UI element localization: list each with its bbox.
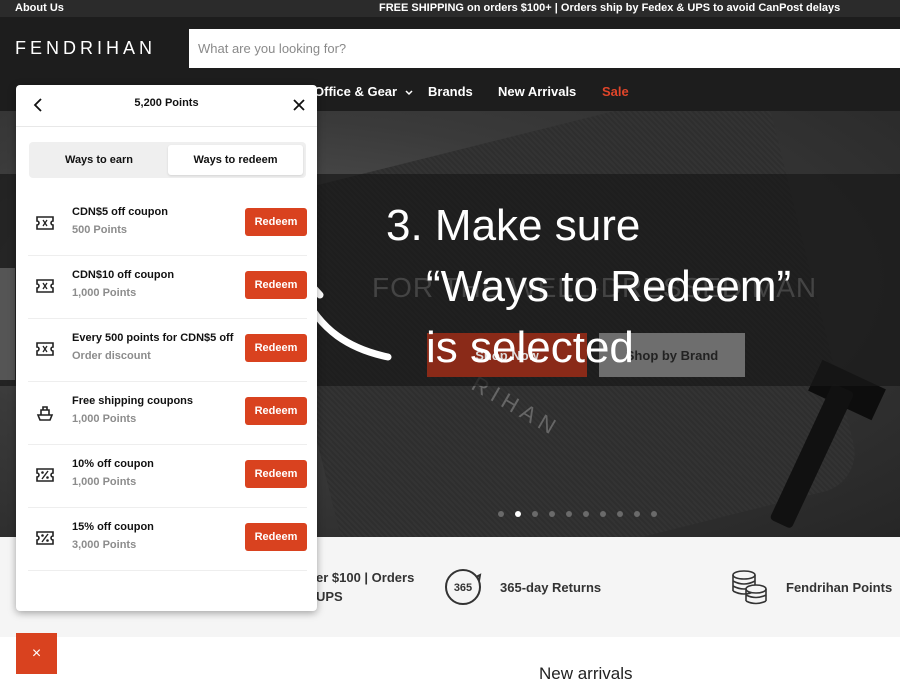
coupon-icon [36, 279, 54, 293]
nav-item-sale[interactable]: Sale [602, 84, 629, 99]
reward-list-item: Free shipping coupons 1,000 Points Redeem [28, 382, 307, 445]
content-area [0, 637, 900, 689]
points-balance-title: 5,200 Points [134, 97, 199, 109]
instruction-callout: 3. Make sure “Ways to Redeem” is selecte… [386, 195, 791, 378]
returns-365-icon: 365 [445, 569, 482, 605]
close-icon[interactable] [291, 96, 307, 114]
reward-subtitle: 1,000 Points [72, 476, 137, 488]
coupon-icon [36, 342, 54, 356]
points-feature-text: Fendrihan Points [786, 580, 893, 595]
site-logo[interactable]: FENDRIHAN [15, 38, 156, 59]
rewards-launcher-close-button[interactable]: × [16, 633, 57, 674]
nav-item-new-arrivals[interactable]: New Arrivals [498, 84, 576, 99]
reward-title: Every 500 points for CDN$5 off [72, 332, 234, 344]
carousel-dot[interactable] [583, 511, 589, 517]
shipping-feature-text-2: UPS [316, 589, 343, 604]
reward-subtitle: 1,000 Points [72, 287, 137, 299]
tab-ways-to-redeem[interactable]: Ways to redeem [168, 145, 303, 175]
nav-item-label: Office & Gear [314, 84, 398, 99]
reward-list-item: Every 500 points for CDN$5 off Order disc… [28, 319, 307, 382]
carousel-dot[interactable] [651, 511, 657, 517]
reward-list-item: CDN$10 off coupon 1,000 Points Redeem [28, 256, 307, 319]
shipping-announcement: FREE SHIPPING on orders $100+ | Orders s… [379, 2, 841, 14]
reward-list-item: 15% off coupon 3,000 Points Redeem [28, 508, 307, 571]
redeem-button[interactable]: Redeem [245, 397, 307, 425]
carousel-dots [498, 511, 657, 519]
popup-header: 5,200 Points [16, 85, 317, 127]
top-announcement-bar: About Us FREE SHIPPING on orders $100+ |… [0, 0, 900, 17]
carousel-dot[interactable] [532, 511, 538, 517]
redeem-button[interactable]: Redeem [245, 271, 307, 299]
reward-title: Free shipping coupons [72, 395, 194, 407]
earn-redeem-tabs: Ways to earn Ways to redeem [29, 142, 306, 178]
reward-subtitle: 500 Points [72, 224, 128, 236]
returns-feature-text: 365-day Returns [500, 580, 602, 595]
shipping-icon [36, 406, 54, 421]
reward-list-item: CDN$5 off coupon 500 Points Redeem [28, 193, 307, 256]
carousel-dot[interactable] [498, 511, 504, 517]
shipping-feature-text-1: er $100 | Orders [316, 570, 415, 585]
redeem-button[interactable]: Redeem [245, 334, 307, 362]
coins-stack-icon [732, 570, 767, 605]
redeem-button[interactable]: Redeem [245, 523, 307, 551]
search-input[interactable] [189, 29, 900, 68]
returns-badge-text: 365 [454, 582, 472, 594]
carousel-dot[interactable] [600, 511, 606, 517]
callout-line-1: 3. Make sure [386, 201, 641, 250]
callout-line-2: “Ways to Redeem” [426, 262, 792, 311]
redeem-button[interactable]: Redeem [245, 208, 307, 236]
carousel-dot[interactable] [566, 511, 572, 517]
reward-title: CDN$10 off coupon [72, 269, 175, 281]
reward-title: 15% off coupon [72, 521, 154, 533]
new-arrivals-heading: New arrivals [539, 664, 633, 683]
reviews-side-tab[interactable] [0, 268, 15, 380]
rewards-list: CDN$5 off coupon 500 Points Redeem CDN$10 o… [28, 193, 307, 571]
reward-title: CDN$5 off coupon [72, 206, 168, 218]
nav-item-brands[interactable]: Brands [428, 84, 473, 99]
reward-subtitle: Order discount [72, 350, 151, 362]
chevron-down-icon [405, 90, 413, 95]
carousel-dot[interactable] [515, 511, 521, 517]
tab-ways-to-earn[interactable]: Ways to earn [32, 145, 166, 175]
percent-coupon-icon [36, 531, 54, 545]
redeem-button[interactable]: Redeem [245, 460, 307, 488]
rewards-popup: 5,200 Points Ways to earn Ways to redeem… [16, 85, 317, 611]
nav-item-office-gear[interactable]: Office & Gear [314, 84, 413, 99]
callout-line-3: is selected [426, 323, 634, 372]
about-us-link[interactable]: About Us [15, 2, 64, 14]
reward-title: 10% off coupon [72, 458, 154, 470]
carousel-dot[interactable] [617, 511, 623, 517]
reward-subtitle: 1,000 Points [72, 413, 137, 425]
carousel-dot[interactable] [634, 511, 640, 517]
coupon-icon [36, 216, 54, 230]
reward-list-item: 10% off coupon 1,000 Points Redeem [28, 445, 307, 508]
percent-coupon-icon [36, 468, 54, 482]
reward-subtitle: 3,000 Points [72, 539, 137, 551]
carousel-dot[interactable] [549, 511, 555, 517]
